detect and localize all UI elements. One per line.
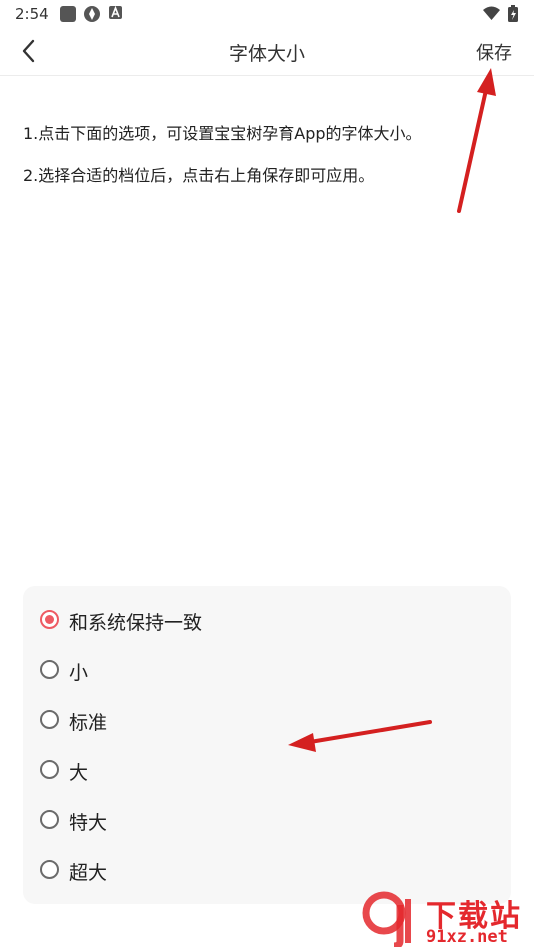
page-title: 字体大小 xyxy=(228,43,305,65)
save-button[interactable]: 保存 xyxy=(476,39,512,65)
battery-icon xyxy=(508,5,518,22)
radio-button[interactable] xyxy=(40,610,59,629)
radio-button[interactable] xyxy=(40,760,59,779)
radio-button[interactable] xyxy=(40,810,59,829)
status-bar: 2:54 xyxy=(0,0,534,28)
arrow-to-save-icon xyxy=(457,68,496,213)
option-label: 和系统保持一致 xyxy=(69,612,203,634)
option-follow-system[interactable]: 和系统保持一致 xyxy=(23,601,511,641)
option-label: 超大 xyxy=(69,862,108,884)
a-app-icon xyxy=(109,5,122,19)
option-large[interactable]: 大 xyxy=(23,751,511,791)
option-label: 大 xyxy=(69,762,89,784)
instruction-line: 1.点击下面的选项，可设置宝宝树孕育App的字体大小。 xyxy=(23,124,422,143)
option-label: 特大 xyxy=(69,812,108,834)
watermark-domain: 91xz.net xyxy=(426,927,508,947)
radio-button[interactable] xyxy=(40,660,59,679)
instruction-line: 2.选择合适的档位后，点击右上角保存即可应用。 xyxy=(23,166,375,185)
font-size-options: 和系统保持一致 小 标准 大 特大 超大 xyxy=(23,586,511,904)
option-super-large[interactable]: 超大 xyxy=(23,851,511,891)
watermark-logo-icon xyxy=(362,891,411,947)
watermark: 下载站 91xz.net xyxy=(362,889,534,950)
nav-bar: 字体大小 保存 xyxy=(0,28,534,76)
option-small[interactable]: 小 xyxy=(23,651,511,691)
instructions: 1.点击下面的选项，可设置宝宝树孕育App的字体大小。 2.选择合适的档位后，点… xyxy=(23,122,422,206)
shutter-app-icon xyxy=(84,6,100,22)
radio-button[interactable] xyxy=(40,710,59,729)
option-extra-large[interactable]: 特大 xyxy=(23,801,511,841)
notification-app-icon xyxy=(60,6,76,22)
option-standard[interactable]: 标准 xyxy=(23,701,511,741)
option-label: 小 xyxy=(69,662,89,684)
option-label: 标准 xyxy=(69,712,108,734)
radio-button[interactable] xyxy=(40,860,59,879)
wifi-icon xyxy=(483,6,500,20)
status-time: 2:54 xyxy=(15,5,49,23)
